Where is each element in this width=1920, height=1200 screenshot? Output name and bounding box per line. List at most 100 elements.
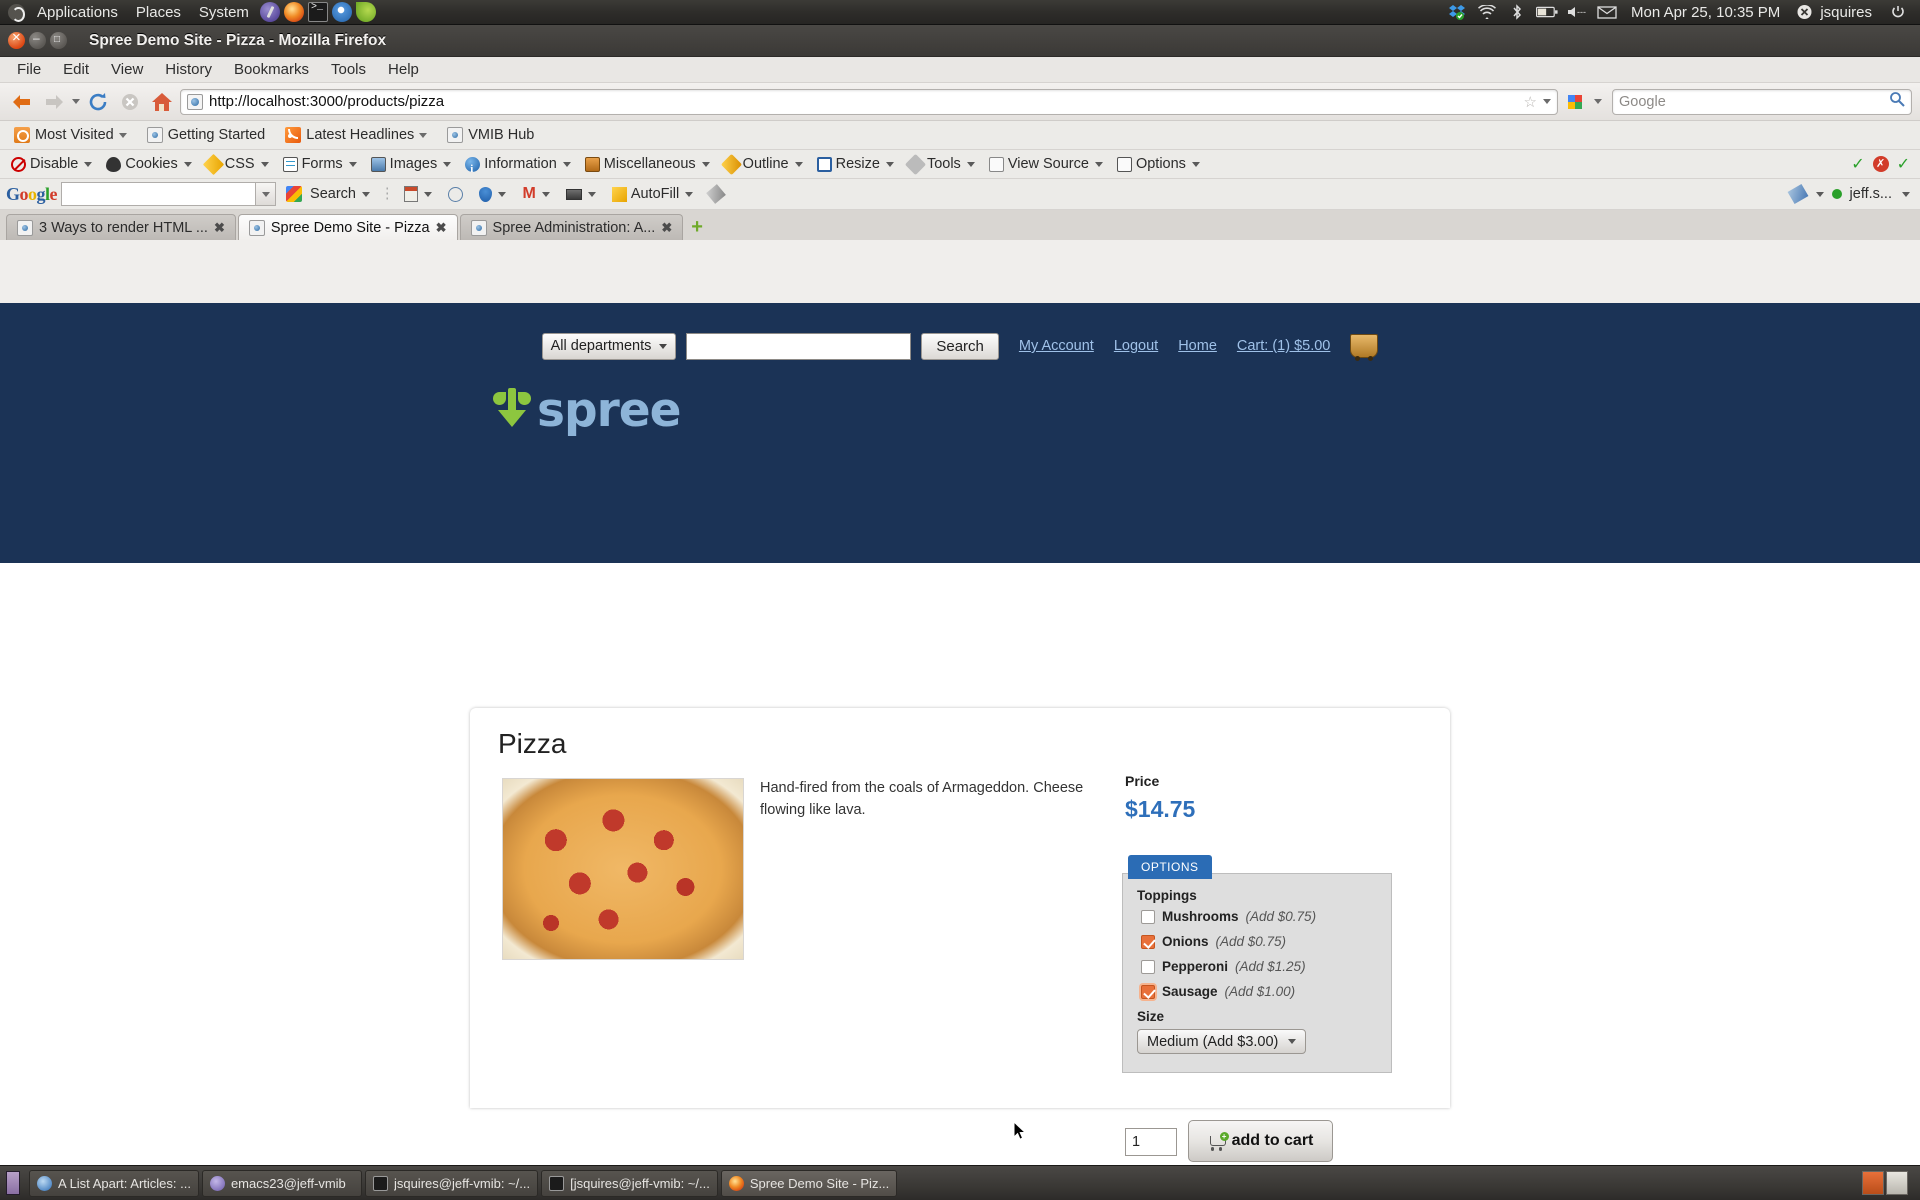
dropbox-icon[interactable] (1446, 3, 1468, 21)
webdev-resize[interactable]: Resize (810, 150, 901, 179)
tab-spree-administration[interactable]: Spree Administration: A... ✖ (459, 214, 684, 240)
options-tab[interactable]: OPTIONS (1128, 855, 1212, 879)
menu-bookmarks[interactable]: Bookmarks (223, 57, 320, 83)
workspace-1-icon[interactable] (1862, 1171, 1884, 1195)
chevron-down-icon[interactable] (1902, 191, 1910, 197)
panel-menu-applications[interactable]: Applications (28, 0, 127, 25)
chromium-icon[interactable] (331, 2, 352, 22)
webdev-cookies[interactable]: Cookies (99, 150, 198, 179)
checkbox-mushrooms[interactable] (1141, 909, 1155, 924)
spree-search-button[interactable]: Search (921, 332, 999, 360)
google-search-input[interactable] (61, 182, 277, 206)
nav-link-logout[interactable]: Logout (1114, 338, 1158, 354)
product-image[interactable] (502, 778, 744, 960)
menu-file[interactable]: File (6, 57, 52, 83)
terminal-icon[interactable] (307, 2, 328, 22)
bookmark-latest-headlines[interactable]: Latest Headlines (277, 121, 435, 150)
search-engine-dropdown-icon[interactable] (1594, 99, 1602, 104)
taskbar-item-a-list-apart[interactable]: A List Apart: Articles: ... (29, 1169, 199, 1197)
reload-button-icon[interactable] (84, 88, 112, 116)
validation-error-icon[interactable]: ✗ (1872, 156, 1889, 172)
leaf-icon[interactable] (355, 2, 376, 22)
battery-icon[interactable] (1536, 3, 1558, 21)
panel-username[interactable]: jsquires (1820, 4, 1882, 21)
webdev-tools[interactable]: Tools (901, 150, 982, 179)
window-close-button[interactable] (8, 29, 25, 49)
bookmark-star-icon[interactable]: ☆ (1524, 93, 1537, 111)
firefox-titlebar[interactable]: Spree Demo Site - Pizza - Mozilla Firefo… (0, 25, 1920, 57)
search-bar[interactable]: Google (1612, 88, 1912, 115)
webdev-forms[interactable]: Forms (276, 150, 364, 179)
emacs-icon[interactable] (259, 2, 280, 22)
webdev-outline[interactable]: Outline (717, 150, 810, 179)
menu-help[interactable]: Help (377, 57, 430, 83)
tab-close-icon[interactable]: ✖ (436, 220, 447, 236)
nav-link-cart[interactable]: Cart: (1) $5.00 (1237, 338, 1331, 354)
chevron-down-icon[interactable] (1815, 191, 1824, 197)
nav-link-my-account[interactable]: My Account (1019, 338, 1094, 354)
search-submit-icon[interactable] (1889, 91, 1905, 112)
google-bookmarks-button[interactable] (398, 186, 438, 202)
webdev-disable[interactable]: Disable (4, 150, 99, 179)
search-engine-icon[interactable] (1562, 88, 1590, 116)
taskbar-item-spree-demo-site[interactable]: Spree Demo Site - Piz... (720, 1169, 898, 1197)
panel-clock[interactable]: Mon Apr 25, 10:35 PM (1623, 4, 1788, 21)
webdev-images[interactable]: Images (364, 150, 459, 179)
webdev-miscellaneous[interactable]: Miscellaneous (578, 150, 717, 179)
size-dropdown[interactable]: Medium (Add $3.00) (1137, 1029, 1307, 1054)
bookmark-getting-started[interactable]: Getting Started (139, 121, 274, 150)
stop-button-icon[interactable] (116, 88, 144, 116)
spree-logo[interactable]: spree (493, 383, 682, 438)
tab-close-icon[interactable]: ✖ (214, 220, 225, 236)
window-minimize-button[interactable] (29, 30, 46, 49)
departments-dropdown[interactable]: All departments (541, 332, 677, 360)
search-input[interactable]: Google (1619, 94, 1889, 110)
checkbox-sausage[interactable] (1141, 984, 1155, 999)
show-desktop-button[interactable] (6, 1171, 20, 1195)
nav-link-home[interactable]: Home (1178, 338, 1217, 354)
taskbar-item-terminal-2[interactable]: [jsquires@jeff-vmib: ~/... (541, 1169, 718, 1197)
google-history-button[interactable] (442, 186, 469, 202)
panel-menu-system[interactable]: System (190, 0, 258, 25)
firefox-icon[interactable] (283, 2, 304, 22)
window-maximize-button[interactable] (50, 31, 67, 49)
wrench-icon[interactable] (1787, 183, 1808, 205)
checkbox-pepperoni[interactable] (1141, 959, 1155, 974)
home-button-icon[interactable] (148, 88, 176, 116)
power-icon[interactable] (1887, 3, 1909, 21)
webdev-view-source[interactable]: View Source (982, 150, 1110, 179)
menu-edit[interactable]: Edit (52, 57, 100, 83)
webdev-options[interactable]: Options (1110, 150, 1207, 179)
workspace-2-icon[interactable] (1886, 1171, 1908, 1195)
chevron-down-icon[interactable] (255, 183, 276, 205)
google-highlight-button[interactable] (703, 184, 729, 204)
shopping-cart-icon[interactable] (1350, 334, 1379, 361)
bluetooth-icon[interactable] (1506, 3, 1528, 21)
panel-menu-places[interactable]: Places (127, 0, 190, 25)
topping-row-pepperoni[interactable]: Pepperoni (Add $1.25) (1141, 959, 1391, 974)
tab-spree-demo-site-pizza[interactable]: Spree Demo Site - Pizza ✖ (237, 214, 458, 240)
tab-3-ways-to-render-html[interactable]: 3 Ways to render HTML ... ✖ (6, 214, 236, 240)
spree-search-input[interactable] (686, 332, 912, 360)
tab-close-icon[interactable]: ✖ (661, 220, 672, 236)
google-popup-blocker-button[interactable] (560, 188, 602, 200)
google-autofill-button[interactable]: AutoFill (606, 186, 699, 202)
bookmark-vmib-hub[interactable]: VMIB Hub (439, 121, 542, 150)
topping-row-sausage[interactable]: Sausage (Add $1.00) (1141, 984, 1391, 999)
bookmark-most-visited[interactable]: Most Visited (6, 121, 135, 150)
validation-ok-icon[interactable]: ✓ (1851, 154, 1864, 174)
url-bar[interactable]: http://localhost:3000/products/pizza ☆ (180, 88, 1558, 115)
taskbar-item-emacs[interactable]: emacs23@jeff-vmib (201, 1169, 362, 1197)
new-tab-button[interactable]: + (691, 214, 703, 240)
user-status-icon[interactable] (1793, 3, 1815, 21)
quantity-input[interactable]: 1 (1125, 1128, 1177, 1156)
nav-history-dropdown-icon[interactable] (72, 99, 80, 104)
topping-row-mushrooms[interactable]: Mushrooms (Add $0.75) (1141, 909, 1391, 924)
taskbar-item-terminal-1[interactable]: jsquires@jeff-vmib: ~/... (364, 1169, 539, 1197)
ubuntu-logo-icon[interactable] (8, 3, 25, 22)
checkbox-onions[interactable] (1141, 934, 1155, 949)
volume-icon[interactable]: --- (1566, 3, 1588, 21)
back-button-icon[interactable] (8, 88, 36, 116)
google-account-label[interactable]: jeff.s... (1850, 186, 1892, 202)
webdev-css[interactable]: CSS (199, 150, 276, 179)
